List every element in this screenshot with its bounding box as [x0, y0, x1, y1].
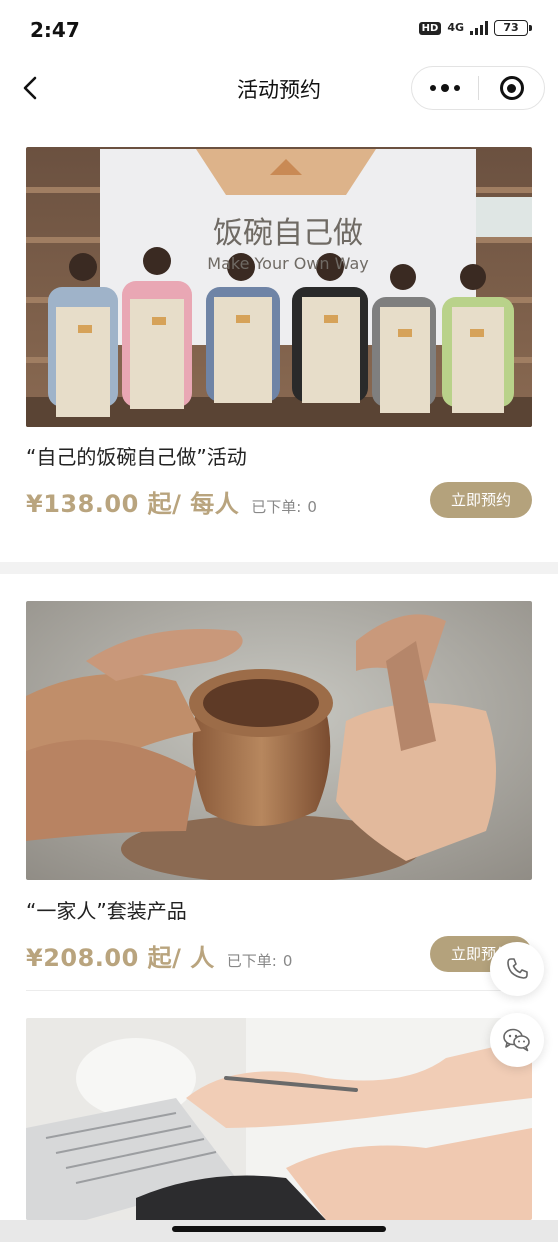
- nav-bar: 活动预约: [0, 60, 558, 118]
- home-indicator[interactable]: [172, 1226, 386, 1232]
- more-dots-icon[interactable]: [412, 67, 478, 109]
- activity-image-office[interactable]: [26, 1018, 532, 1220]
- activity-price: ¥208.00 起/ 人: [26, 944, 215, 972]
- banner-text: 饭碗自己做: [213, 216, 363, 251]
- status-indicators: HD 4G 73: [418, 20, 532, 36]
- status-bar: 2:47 HD 4G 73: [0, 0, 558, 60]
- sold-label: 已下单:: [226, 952, 277, 970]
- sold-count: 0: [307, 498, 317, 516]
- battery-icon: 73: [494, 20, 532, 36]
- price-row: ¥138.00 起/ 每人 已下单: 0: [26, 484, 317, 519]
- network-type: 4G: [447, 21, 464, 34]
- target-close-icon[interactable]: [479, 67, 544, 109]
- activity-title[interactable]: “自己的饭碗自己做”活动: [26, 441, 247, 470]
- signal-icon: [470, 21, 488, 35]
- mini-program-capsule: [411, 66, 545, 110]
- wechat-chat-icon[interactable]: [490, 1013, 544, 1067]
- card-divider: [26, 990, 532, 991]
- price-row: ¥208.00 起/ 人 已下单: 0: [26, 938, 292, 973]
- book-now-button[interactable]: 立即预约: [430, 482, 532, 518]
- activity-price: ¥138.00 起/ 每人: [26, 490, 240, 518]
- activity-image-pottery-group[interactable]: 饭碗自己做 Make Your Own Way: [26, 147, 532, 427]
- phone-icon[interactable]: [490, 942, 544, 996]
- activity-image-pottery-wheel[interactable]: [26, 601, 532, 880]
- status-time: 2:47: [30, 18, 80, 42]
- sold-label: 已下单:: [251, 498, 302, 516]
- activity-title[interactable]: “一家人”套装产品: [26, 895, 187, 924]
- sold-count: 0: [282, 952, 293, 970]
- section-separator: [0, 562, 558, 574]
- hd-badge: HD: [418, 21, 442, 35]
- banner-subtext: Make Your Own Way: [207, 254, 368, 273]
